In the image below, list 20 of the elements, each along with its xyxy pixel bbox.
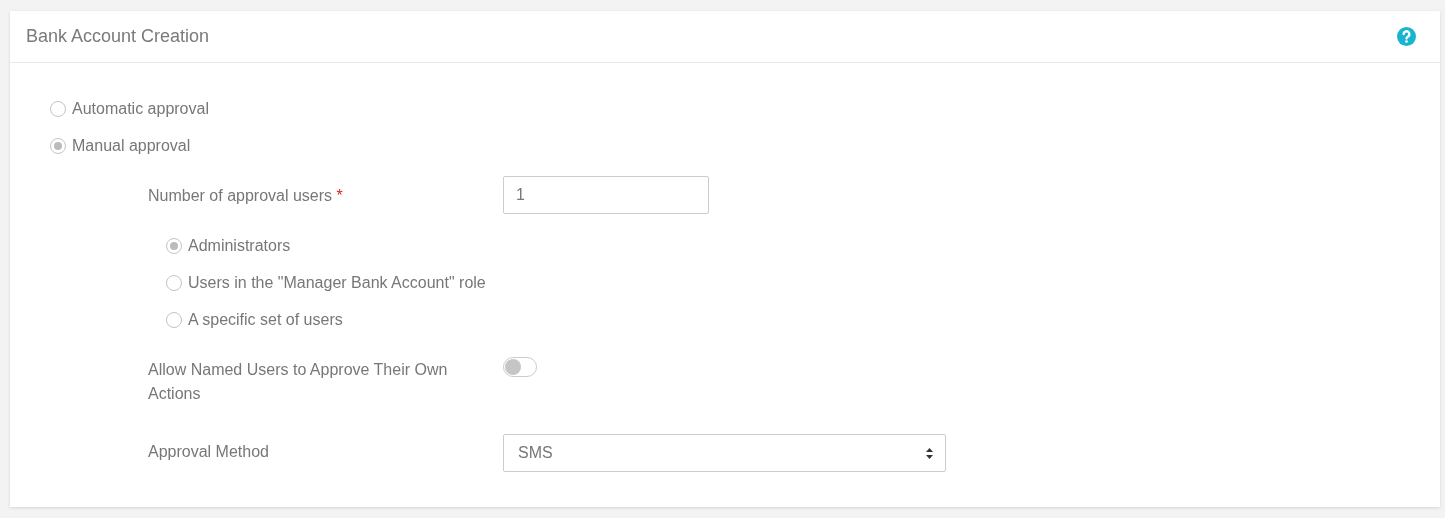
radio-button[interactable] [50, 138, 66, 154]
select-field[interactable]: SMS [503, 434, 946, 472]
toggle-switch[interactable] [503, 357, 537, 377]
radio-button[interactable] [166, 238, 182, 254]
caret-icon [926, 447, 933, 459]
field-label: Number of approval users [148, 187, 334, 204]
number-field[interactable]: 1 [503, 176, 709, 214]
help-icon[interactable] [1397, 27, 1416, 46]
field-label: Approval Method [148, 443, 269, 460]
radio-label[interactable]: A specific set of users [188, 311, 343, 329]
required-mark: * [336, 187, 343, 204]
radio-button[interactable] [166, 312, 182, 328]
radio-label[interactable]: Administrators [188, 237, 291, 255]
field-label: Allow Named Users to Approve Their Own Actions [148, 361, 448, 402]
panel-title: Bank Account Creation [26, 26, 210, 47]
radio-label[interactable]: Automatic approval [72, 100, 209, 118]
radio-label[interactable]: Manual approval [72, 137, 191, 155]
radio-label[interactable]: Users in the "Manager Bank Account" role [188, 274, 486, 292]
radio-button[interactable] [50, 101, 66, 117]
radio-button[interactable] [166, 275, 182, 291]
